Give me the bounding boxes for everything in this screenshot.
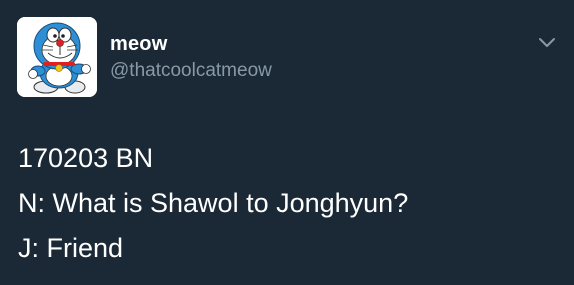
tweet-text-line: 170203 BN <box>18 143 154 173</box>
doraemon-avatar-icon[interactable] <box>17 17 97 97</box>
chevron-down-icon[interactable] <box>537 36 557 50</box>
tweet-text-line: N: What is Shawol to Jonghyun? <box>18 188 409 218</box>
tweet-text-line: J: Friend <box>18 233 124 263</box>
tweet-text: 170203 BN N: What is Shawol to Jonghyun?… <box>18 136 408 271</box>
author-display-name[interactable]: meow <box>110 33 167 56</box>
author-handle[interactable]: @thatcoolcatmeow <box>110 60 272 82</box>
tweet-card: meow @thatcoolcatmeow 170203 BN N: What … <box>0 0 574 285</box>
